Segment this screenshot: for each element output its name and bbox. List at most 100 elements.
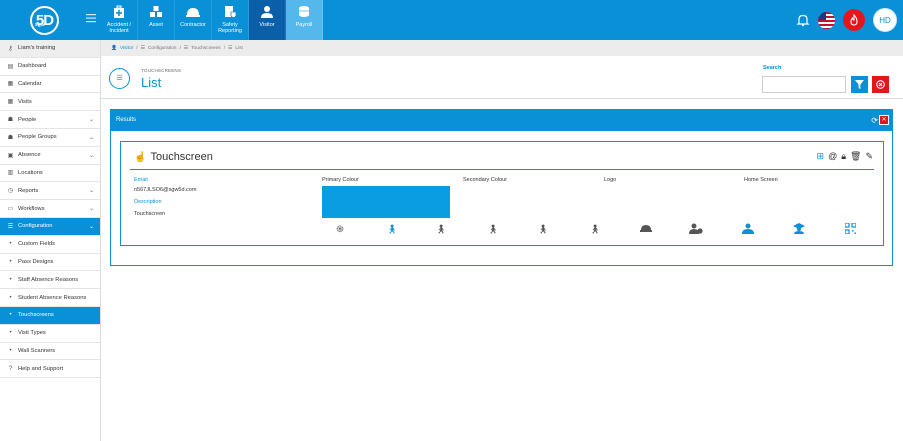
- sidebar-item-custom-fields[interactable]: • Custom Fields: [0, 236, 100, 254]
- sidebar-item-visits[interactable]: ▦ Visits: [0, 93, 100, 112]
- sidebar-item-wall-scanners[interactable]: • Wall Scanners: [0, 343, 100, 361]
- sidebar-item-label: Absence: [18, 152, 41, 159]
- bullet-icon: •: [9, 241, 12, 248]
- walking-person-icon: 🚶︎: [487, 224, 499, 234]
- breadcrumb-visitor[interactable]: Visitor: [120, 46, 133, 51]
- trash-icon[interactable]: 🗑︎: [850, 151, 861, 162]
- logo-area: sgw 5D: [0, 0, 101, 40]
- sidebar-item-label: People Groups: [18, 134, 57, 141]
- absence-icon: ▣: [7, 152, 14, 159]
- sidebar-item-visit-types[interactable]: • Visit Types: [0, 325, 100, 343]
- results-header: Results ⟳ ✕: [111, 110, 892, 131]
- nav-visitor[interactable]: Visitor: [249, 0, 286, 40]
- sidebar-item-configuration[interactable]: ☰ Configuration ⌄: [0, 217, 100, 236]
- pencil-icon[interactable]: ✎: [865, 151, 873, 162]
- sitemap-icon[interactable]: ⊞: [817, 151, 825, 162]
- sidebar-item-locations[interactable]: ▥ Locations: [0, 165, 100, 183]
- person-badge-icon: [741, 223, 755, 235]
- results-panel: Results ⟳ ✕ ☝ Touchscreen ⊞ @ 🔒︎ 🗑︎ ✎ Ema…: [110, 109, 893, 266]
- lock-icon[interactable]: 🔒︎: [841, 151, 846, 162]
- graduate-icon: [792, 223, 806, 235]
- chevron-down-icon: ⌄: [88, 134, 94, 141]
- safety-report-icon: [212, 4, 248, 20]
- secondary-colour-label: Secondary Colour: [463, 177, 508, 183]
- bullet-icon: •: [9, 312, 12, 319]
- breadcrumb-touchscreens-icon: ☰: [183, 45, 189, 51]
- visits-calendar-icon: ▦: [7, 99, 14, 106]
- bell-icon[interactable]: [796, 13, 810, 27]
- us-flag-icon[interactable]: [818, 11, 835, 29]
- sidebar-item-label: Staff Absence Reasons: [18, 276, 79, 283]
- bullet-icon: •: [9, 258, 12, 265]
- sidebar-item-label: Reports: [18, 187, 39, 194]
- sidebar-item-staff-absence-reasons[interactable]: • Staff Absence Reasons: [0, 271, 100, 290]
- logo-small-text: sgw: [35, 22, 45, 28]
- nav-label: Visitor: [259, 22, 275, 28]
- breadcrumb-configuration[interactable]: Configuration: [148, 46, 177, 51]
- card-divider: [130, 169, 874, 170]
- dashboard-icon: ▤: [7, 63, 14, 70]
- nav-safety-reporting[interactable]: Safety Reporting: [212, 0, 249, 40]
- logo-label: Logo: [604, 177, 617, 183]
- nav-label: Contractor: [180, 22, 206, 28]
- chevron-down-icon: ⌄: [88, 188, 94, 195]
- close-results-button[interactable]: ✕: [879, 115, 889, 125]
- breadcrumb-list: List: [235, 45, 243, 51]
- nav-asset[interactable]: Asset: [138, 0, 175, 40]
- email-label: Email: [134, 177, 148, 183]
- sidebar-item-dashboard[interactable]: ▤ Dashboard: [0, 58, 100, 76]
- walking-person-icon: 🚶︎: [435, 224, 447, 234]
- fingerprint-icon: ֍: [336, 224, 344, 234]
- visitor-icon: [249, 4, 285, 20]
- filter-button[interactable]: [851, 76, 868, 93]
- sidebar: ⚷ Liam's training ▤ Dashboard ▦ Calendar ▦ V…: [0, 40, 101, 441]
- sidebar-item-workflows[interactable]: ▭ Workflows ⌄: [0, 200, 100, 218]
- sidebar-item-student-absence-reasons[interactable]: • Student Absence Reasons: [0, 289, 100, 307]
- header-actions: HD: [796, 7, 897, 33]
- chevron-down-icon: ⌄: [88, 223, 94, 230]
- sidebar-item-people-groups[interactable]: ☗ People Groups ⌄: [0, 129, 100, 147]
- help-icon: ?: [8, 365, 13, 372]
- sidebar-item-people[interactable]: ☗ People ⌄: [0, 111, 100, 129]
- sidebar-item-training[interactable]: ⚷ Liam's training: [0, 40, 100, 58]
- list-icon: ☰: [109, 68, 130, 89]
- nav-contractor[interactable]: Contractor: [175, 0, 212, 40]
- breadcrumb-visitor-icon: 👤: [111, 45, 117, 51]
- walking-person-icon: 🚶︎: [386, 224, 398, 234]
- results-title: Results: [116, 117, 137, 123]
- hard-hat-icon: [175, 4, 211, 20]
- email-value: n567JLSO6@sgw5d.com: [134, 187, 197, 193]
- search-input[interactable]: [762, 76, 846, 93]
- menu-toggle-icon[interactable]: [86, 13, 96, 25]
- refresh-icon[interactable]: ⟳: [871, 110, 878, 131]
- user-avatar[interactable]: HD: [873, 8, 897, 32]
- sidebar-item-label: Pass Designs: [18, 258, 54, 265]
- people-groups-icon: ☗: [7, 134, 14, 141]
- clear-search-button[interactable]: [872, 76, 889, 93]
- sidebar-item-label: Student Absence Reasons: [18, 294, 87, 301]
- sidebar-item-absence[interactable]: ▣ Absence ⌄: [0, 147, 100, 165]
- nav-payroll[interactable]: Payroll: [286, 0, 323, 40]
- sidebar-item-calendar[interactable]: ▦ Calendar: [0, 76, 100, 94]
- sidebar-item-label: Workflows: [18, 205, 45, 212]
- breadcrumb-separator: /: [179, 45, 181, 51]
- sidebar-item-pass-designs[interactable]: • Pass Designs: [0, 254, 100, 272]
- nav-label: Payroll: [295, 22, 313, 28]
- clock-icon: ◷: [7, 188, 14, 195]
- chevron-down-icon: ⌄: [88, 152, 94, 159]
- first-aid-kit-icon: [101, 4, 137, 20]
- breadcrumb-touchscreens[interactable]: Touchscreens: [191, 46, 221, 51]
- description-label: Description: [134, 199, 162, 205]
- chevron-down-icon: ⌄: [88, 206, 94, 213]
- sidebar-item-help[interactable]: ? Help and Support: [0, 360, 100, 379]
- at-sign-icon[interactable]: @: [828, 151, 837, 162]
- nav-label: Asset: [149, 22, 163, 28]
- app-logo[interactable]: sgw 5D: [30, 6, 59, 35]
- sidebar-item-touchscreens[interactable]: • Touchscreens: [0, 306, 100, 325]
- module-nav: Accident / Incident Asset Contractor Saf…: [101, 0, 323, 40]
- bullet-icon: •: [9, 330, 12, 337]
- fire-alarm-button[interactable]: [843, 9, 865, 31]
- sidebar-item-reports[interactable]: ◷ Reports ⌄: [0, 182, 100, 201]
- building-icon: ▥: [7, 170, 14, 177]
- nav-accident-incident[interactable]: Accident / Incident: [101, 0, 138, 40]
